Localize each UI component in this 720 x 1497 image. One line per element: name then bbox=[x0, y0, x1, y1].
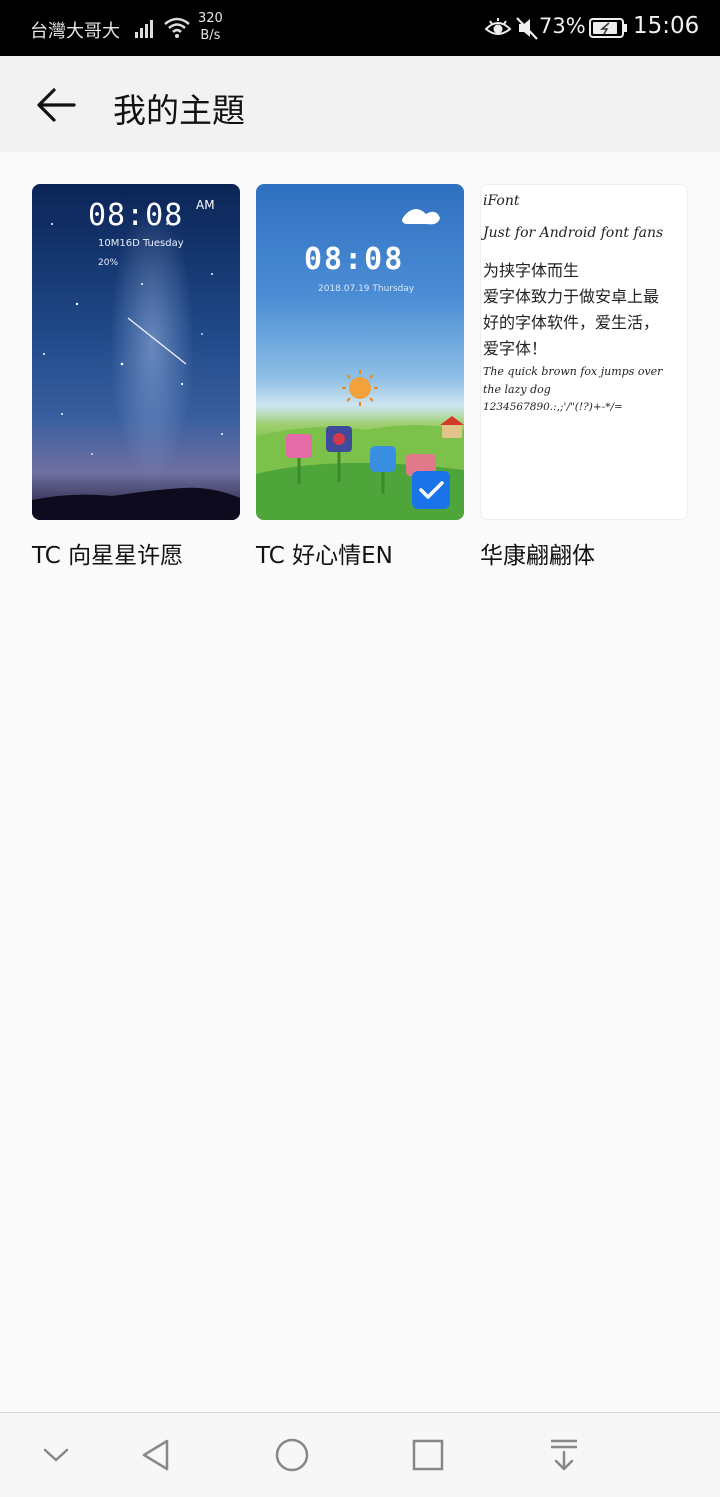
preview-text-line: iFont bbox=[483, 193, 520, 209]
preview-clock: 08:08 bbox=[304, 242, 405, 277]
preview-text-line: The quick brown fox jumps over bbox=[483, 365, 663, 378]
preview-date: 2018.07.19 Thursday bbox=[318, 284, 415, 294]
signal-icon bbox=[135, 20, 153, 38]
clock: 15:06 bbox=[633, 13, 700, 39]
preview-date: 10M16D Tuesday bbox=[98, 238, 184, 249]
preview-text-line: 爱字体致力于做安卓上最 bbox=[483, 287, 660, 306]
battery-percent: 73% bbox=[539, 14, 586, 38]
theme-preview-image[interactable]: 08:08 AM 10M16D Tuesday 20% bbox=[32, 184, 240, 520]
app-header: 我的主題 bbox=[0, 56, 720, 152]
theme-card[interactable]: 08:08 2018.07.19 Thursday TC 好心情EN bbox=[256, 184, 464, 569]
theme-preview-image[interactable]: 08:08 2018.07.19 Thursday bbox=[256, 184, 464, 520]
notification-pulldown-icon[interactable] bbox=[544, 1435, 584, 1475]
preview-ampm: AM bbox=[196, 198, 215, 212]
preview-text-line: 1234567890.:,;'/"(!?)+-*/= bbox=[483, 401, 623, 413]
preview-text-line: 为挟字体而生 bbox=[483, 261, 580, 280]
back-triangle-icon[interactable] bbox=[136, 1435, 176, 1475]
theme-card[interactable]: iFont Just for Android font fans 为挟字体而生 … bbox=[480, 184, 688, 569]
preview-text-line: Just for Android font fans bbox=[483, 225, 664, 241]
wifi-icon bbox=[164, 17, 190, 38]
system-nav-bar bbox=[0, 1412, 720, 1497]
eye-comfort-icon bbox=[484, 18, 512, 35]
preview-text-line: the lazy dog bbox=[483, 383, 551, 396]
chevron-down-icon[interactable] bbox=[36, 1435, 76, 1475]
check-icon bbox=[419, 481, 444, 499]
mute-icon bbox=[516, 17, 538, 40]
status-bar: 台灣大哥大 320 B/s 73% 15:06 bbox=[0, 0, 720, 56]
network-speed: 320 B/s bbox=[198, 10, 223, 44]
selected-check-badge bbox=[412, 471, 450, 509]
meadow-scene bbox=[256, 209, 464, 520]
page-title: 我的主題 bbox=[113, 91, 245, 130]
recents-square-icon[interactable] bbox=[408, 1435, 448, 1475]
network-speed-unit: B/s bbox=[200, 28, 221, 43]
home-circle-icon[interactable] bbox=[272, 1435, 312, 1475]
preview-battery: 20% bbox=[98, 258, 119, 268]
theme-card[interactable]: 08:08 AM 10M16D Tuesday 20% TC 向星星许愿 bbox=[32, 184, 240, 569]
theme-name: TC 向星星许愿 bbox=[32, 543, 184, 569]
theme-name: TC 好心情EN bbox=[256, 543, 393, 569]
theme-preview-image[interactable]: iFont Just for Android font fans 为挟字体而生 … bbox=[480, 184, 688, 520]
battery-icon bbox=[589, 18, 627, 38]
preview-clock: 08:08 bbox=[88, 198, 184, 233]
network-speed-value: 320 bbox=[198, 11, 223, 26]
arrow-left-icon[interactable] bbox=[30, 80, 82, 130]
mountain-silhouette bbox=[32, 487, 240, 520]
theme-name: 华康翩翩体 bbox=[480, 543, 595, 569]
preview-text-line: 好的字体软件，爱生活， bbox=[483, 313, 660, 332]
carrier-name: 台灣大哥大 bbox=[30, 21, 120, 42]
preview-text-line: 爱字体！ bbox=[483, 339, 548, 358]
